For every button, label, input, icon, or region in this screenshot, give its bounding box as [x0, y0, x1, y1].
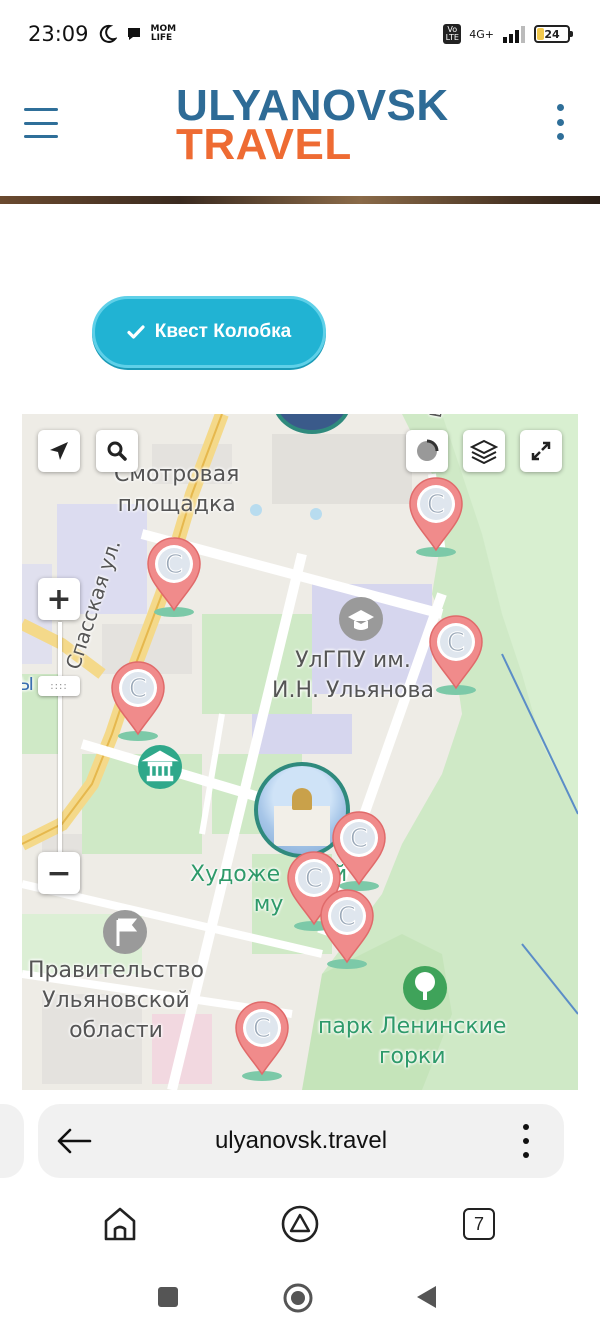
map-view[interactable]: Смотровая площадка УлГПУ им. И.Н. Ульяно… — [22, 414, 578, 1090]
quest-point-pin[interactable]: C — [426, 612, 486, 696]
chat-icon — [127, 28, 140, 40]
zoom-in-button[interactable]: + — [38, 578, 80, 620]
svg-text:C: C — [350, 824, 368, 854]
volte-icon: Vo LTE — [443, 24, 462, 44]
svg-text:C: C — [338, 902, 356, 932]
svg-text:C: C — [427, 490, 445, 520]
quest-point-pin[interactable]: C — [317, 886, 377, 970]
status-left: 23:09 MOM LIFE — [28, 22, 177, 46]
zoom-slider-track[interactable] — [58, 622, 62, 856]
tabs-button[interactable]: 7 — [459, 1204, 499, 1244]
quest-point-pin[interactable]: C — [406, 474, 466, 558]
map-label-park: парк Ленинские горки — [318, 1014, 507, 1069]
layers-button[interactable] — [463, 430, 505, 472]
browser-menu-icon[interactable] — [522, 1124, 530, 1158]
back-triangle-icon[interactable] — [414, 1284, 438, 1310]
loading-spinner-icon — [417, 439, 439, 461]
header-image-strip — [0, 196, 600, 204]
moon-icon — [99, 24, 117, 43]
site-logo[interactable]: ULYANOVSK TRAVEL — [176, 84, 448, 169]
home-button[interactable] — [100, 1204, 140, 1244]
search-icon — [107, 441, 127, 461]
layers-icon — [470, 439, 498, 464]
site-header: ULYANOVSK TRAVEL — [0, 68, 600, 196]
zoom-out-button[interactable]: − — [38, 852, 80, 894]
map-label-edge-letter: Ы — [22, 674, 34, 695]
loading-button — [406, 430, 448, 472]
signal-icon — [503, 26, 525, 43]
home-circle-icon[interactable] — [282, 1282, 314, 1314]
home-icon — [104, 1207, 136, 1241]
mom-life-icon: MOM LIFE — [150, 24, 177, 43]
svg-text:C: C — [447, 628, 465, 658]
svg-text:C: C — [253, 1014, 271, 1044]
battery-level: 24 — [544, 27, 560, 41]
fullscreen-button[interactable] — [520, 430, 562, 472]
quest-point-pin[interactable]: C — [232, 998, 292, 1082]
hamburger-menu-icon[interactable] — [24, 108, 58, 138]
zoom-handle-grip: :::: — [50, 680, 68, 692]
previous-tab-card[interactable] — [0, 1104, 24, 1178]
system-navigation-bar — [0, 1262, 600, 1332]
quest-kolobok-button[interactable]: Квест Колобка — [92, 296, 326, 368]
battery-icon: 24 — [534, 25, 573, 43]
status-right: Vo LTE 4G+ 24 — [443, 24, 573, 44]
locate-button[interactable] — [38, 430, 80, 472]
status-time: 23:09 — [28, 22, 89, 46]
fullscreen-icon — [531, 441, 551, 461]
zoom-out-label: − — [46, 855, 72, 891]
status-bar: 23:09 MOM LIFE Vo LTE 4G+ 24 — [0, 0, 600, 68]
assistant-icon — [281, 1205, 319, 1243]
recent-apps-icon[interactable] — [157, 1286, 179, 1308]
map-label-government: Правительство Ульяновской области — [28, 958, 204, 1043]
assistant-button[interactable] — [280, 1204, 320, 1244]
map-label-university: УлГПУ им. И.Н. Ульянова — [272, 648, 434, 703]
logo-line-2: TRAVEL — [176, 120, 352, 169]
quest-point-pin[interactable]: C — [108, 658, 168, 742]
quest-button-label: Квест Колобка — [154, 321, 292, 342]
browser-url-bar[interactable]: ulyanovsk.travel — [38, 1104, 564, 1178]
more-options-icon[interactable] — [553, 104, 567, 140]
svg-text:C: C — [129, 674, 147, 704]
tabs-count: 7 — [463, 1208, 495, 1240]
navigation-arrow-icon — [50, 442, 68, 460]
quest-point-pin[interactable]: C — [144, 534, 204, 618]
network-type: 4G+ — [469, 27, 494, 41]
map-search-button[interactable] — [96, 430, 138, 472]
zoom-in-label: + — [46, 581, 72, 617]
url-text[interactable]: ulyanovsk.travel — [38, 1127, 564, 1155]
check-icon — [127, 325, 145, 339]
svg-text:C: C — [165, 550, 183, 580]
zoom-slider-handle[interactable]: :::: — [38, 676, 80, 696]
